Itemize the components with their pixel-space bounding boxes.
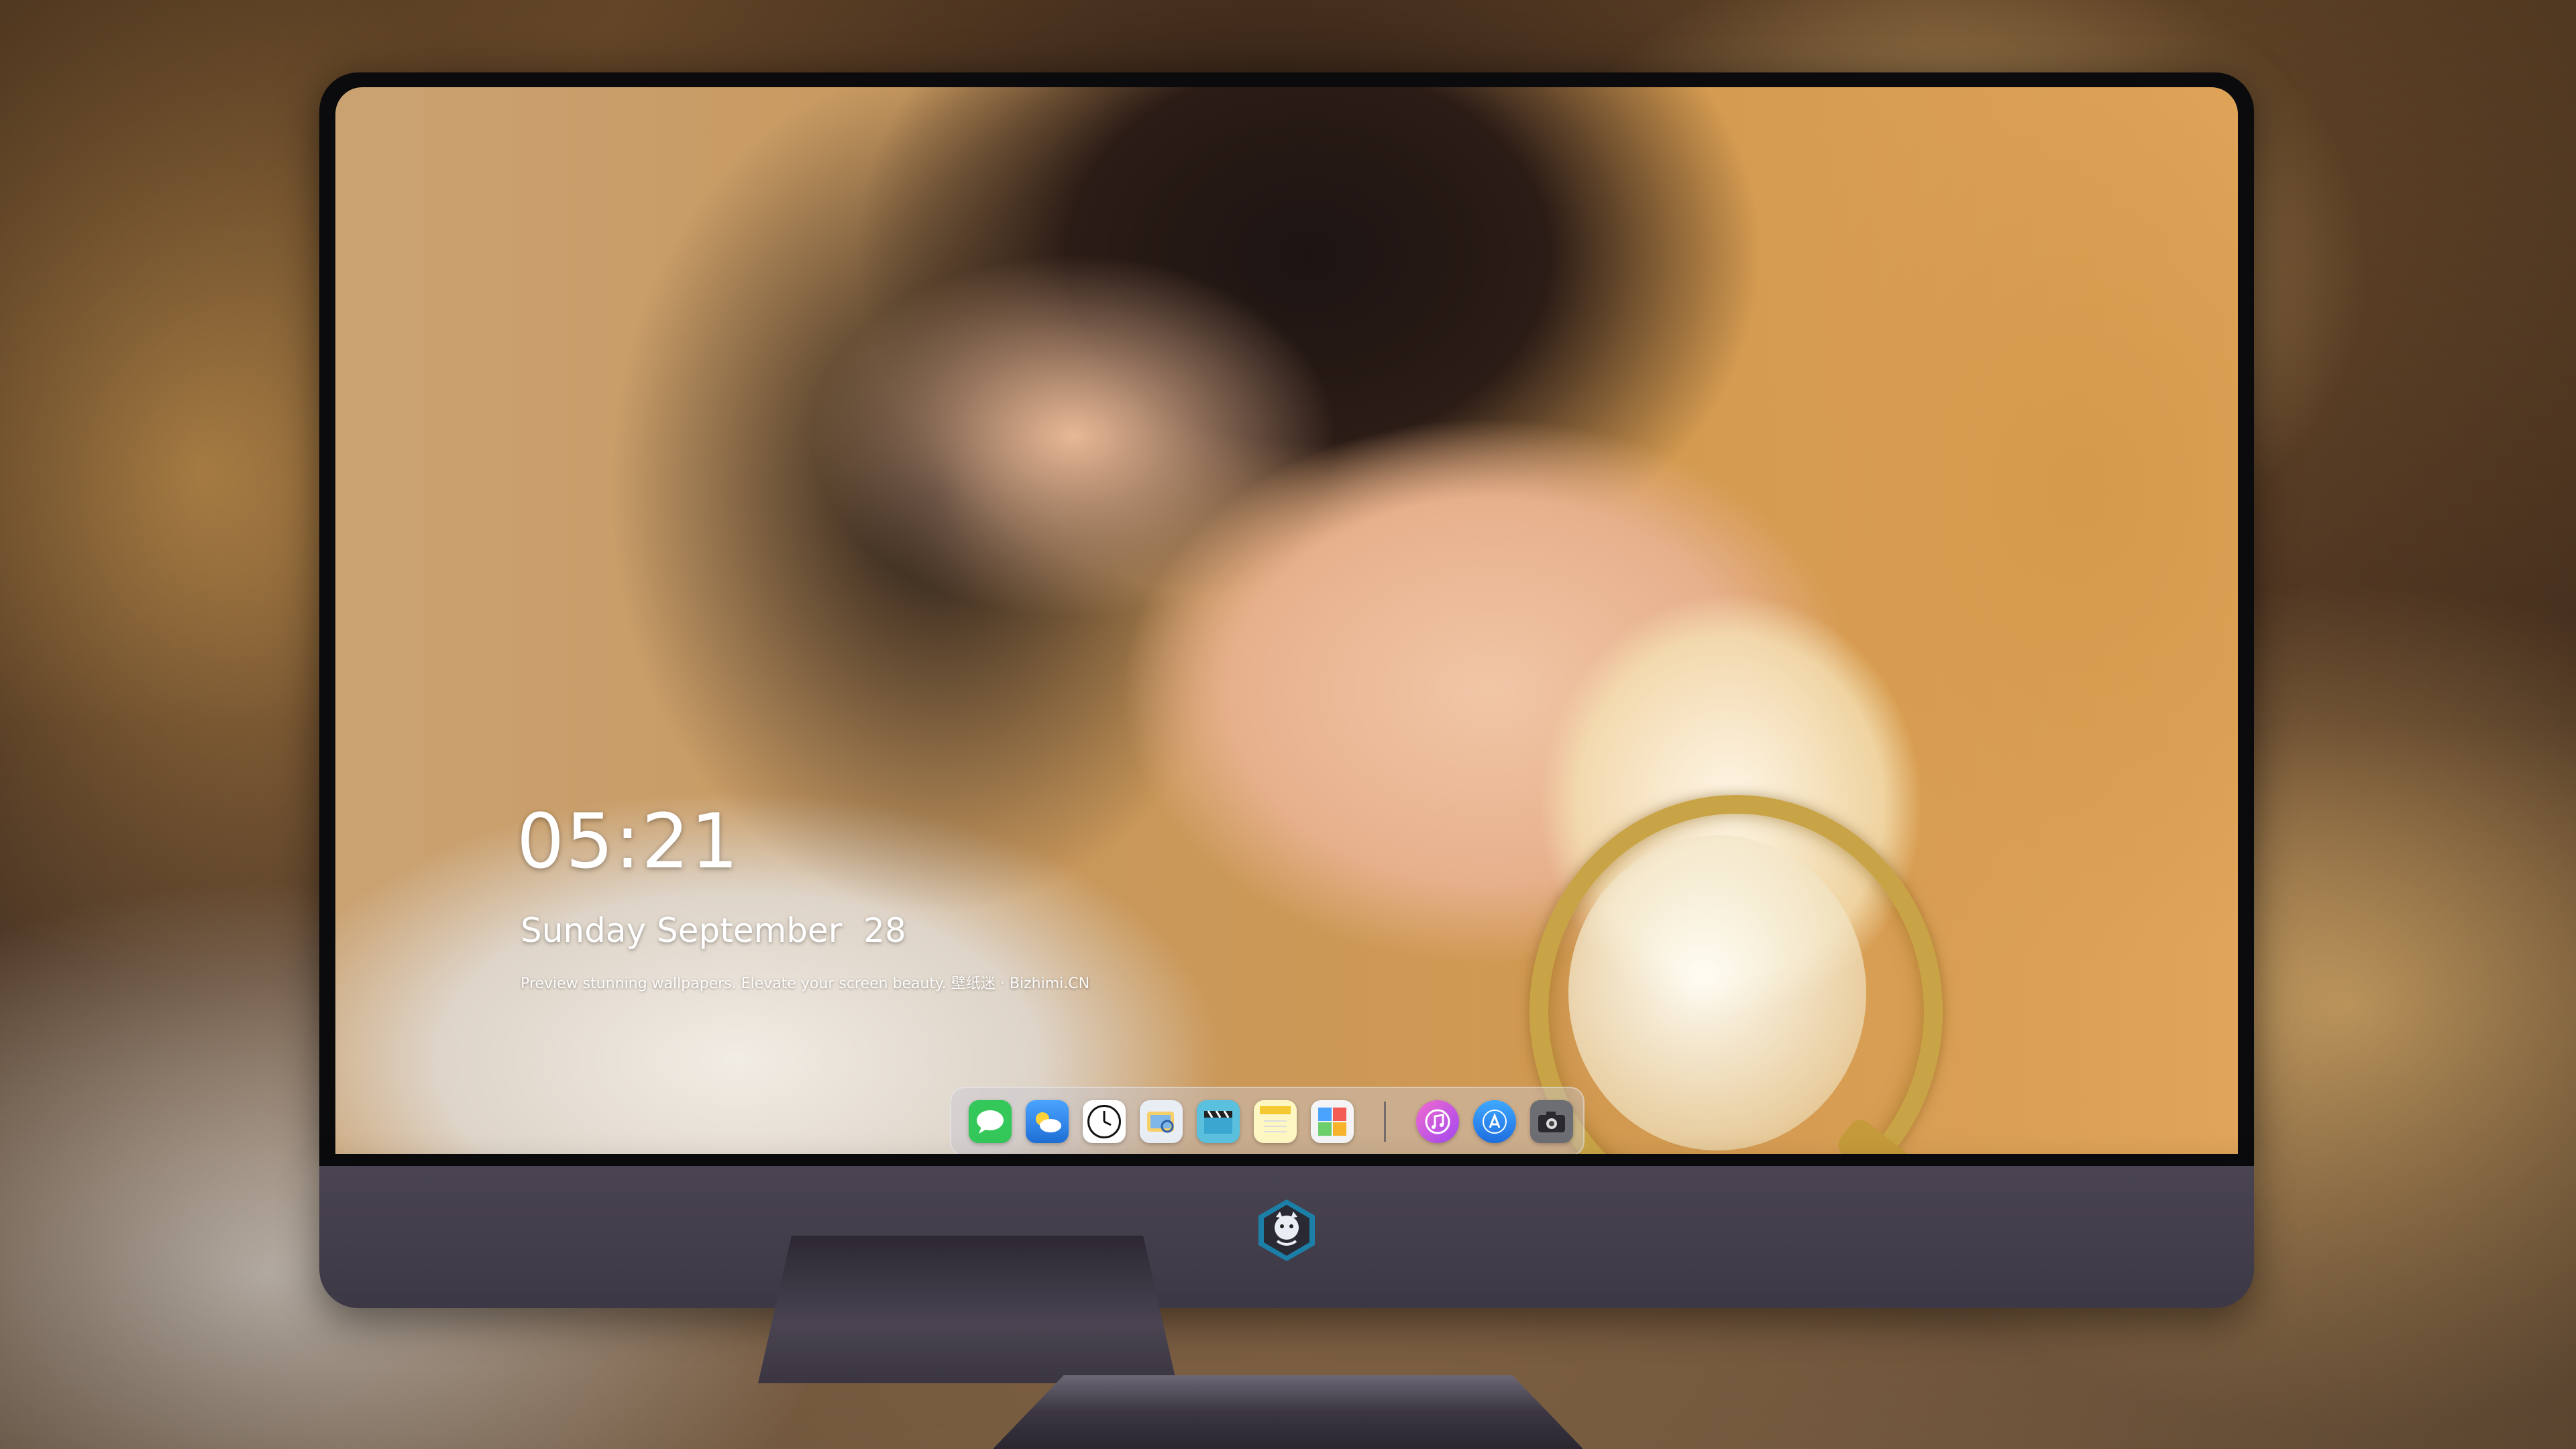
magnifier-ring: [1529, 795, 1943, 1154]
lockscreen-date: Sunday September 28: [521, 911, 906, 950]
monitor: 05:21 Sunday September 28 Preview stunni…: [319, 72, 2254, 1308]
dock-separator: [1384, 1102, 1386, 1142]
weather-icon[interactable]: [1026, 1100, 1069, 1143]
bizhimi-logo-icon: [1253, 1197, 1320, 1264]
app-store-icon[interactable]: [1473, 1100, 1516, 1143]
preview-icon[interactable]: [1140, 1100, 1183, 1143]
claquette-icon[interactable]: [1197, 1100, 1240, 1143]
messages-icon[interactable]: [969, 1100, 1012, 1143]
monitor-stand-base: [993, 1375, 1583, 1449]
monitor-stand-neck: [758, 1236, 1177, 1383]
camera-icon[interactable]: [1530, 1100, 1573, 1143]
clock-icon[interactable]: [1083, 1100, 1126, 1143]
monitor-bezel: 05:21 Sunday September 28 Preview stunni…: [319, 72, 2254, 1166]
notes-icon[interactable]: [1254, 1100, 1297, 1143]
lockscreen-tagline: Preview stunning wallpapers. Elevate you…: [521, 975, 1090, 992]
itunes-icon[interactable]: [1416, 1100, 1459, 1143]
screen: 05:21 Sunday September 28 Preview stunni…: [335, 87, 2238, 1154]
photo-booth-icon[interactable]: [1311, 1100, 1354, 1143]
lockscreen-time: 05:21: [517, 798, 740, 885]
dock: [950, 1087, 1585, 1154]
